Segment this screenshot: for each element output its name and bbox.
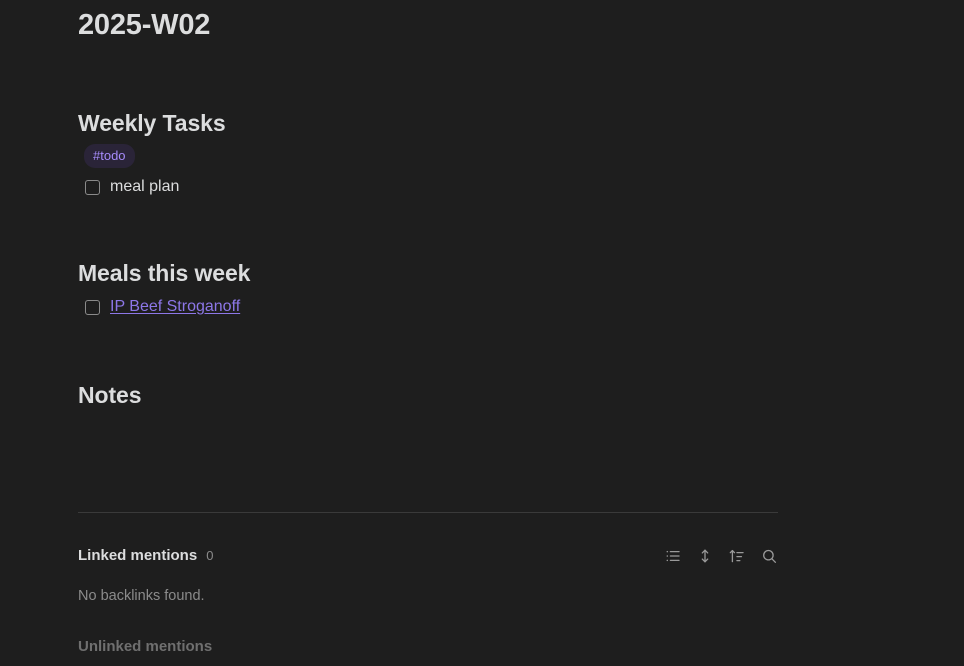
list-icon[interactable] bbox=[664, 547, 682, 565]
meal-link[interactable]: IP Beef Stroganoff bbox=[110, 297, 240, 317]
tag-todo[interactable]: #todo bbox=[84, 144, 135, 168]
sort-ascending-icon[interactable] bbox=[728, 547, 746, 565]
task-item[interactable]: meal plan bbox=[78, 176, 886, 198]
meal-item[interactable]: IP Beef Stroganoff bbox=[78, 296, 886, 318]
task-checkbox[interactable] bbox=[85, 179, 100, 195]
tag-row: #todo bbox=[78, 144, 886, 168]
no-backlinks-message: No backlinks found. bbox=[78, 588, 205, 604]
section-heading-notes: Notes bbox=[78, 382, 142, 408]
task-label: meal plan bbox=[110, 178, 180, 195]
linked-mentions-count: 0 bbox=[206, 548, 214, 563]
search-icon[interactable] bbox=[760, 547, 778, 565]
meal-checkbox[interactable] bbox=[85, 299, 100, 315]
linked-mentions-label: Linked mentions bbox=[78, 547, 198, 564]
page-title: 2025-W02 bbox=[78, 9, 211, 41]
notes-body[interactable] bbox=[78, 410, 886, 528]
section-heading-meals-this-week: Meals this week bbox=[78, 260, 251, 286]
note-page: 2025-W02 Weekly Tasks #todo meal plan Me… bbox=[0, 0, 964, 666]
backlinks-pane: Linked mentions 0 No backlinks found. Un… bbox=[78, 512, 778, 656]
expand-collapse-icon[interactable] bbox=[696, 547, 714, 565]
note-content: 2025-W02 Weekly Tasks #todo meal plan Me… bbox=[0, 0, 964, 528]
linked-mentions-header: Linked mentions 0 bbox=[78, 512, 778, 578]
unlinked-mentions-label[interactable]: Unlinked mentions bbox=[78, 638, 778, 656]
section-heading-weekly-tasks: Weekly Tasks bbox=[78, 110, 226, 136]
backlinks-toolbar bbox=[664, 547, 778, 565]
